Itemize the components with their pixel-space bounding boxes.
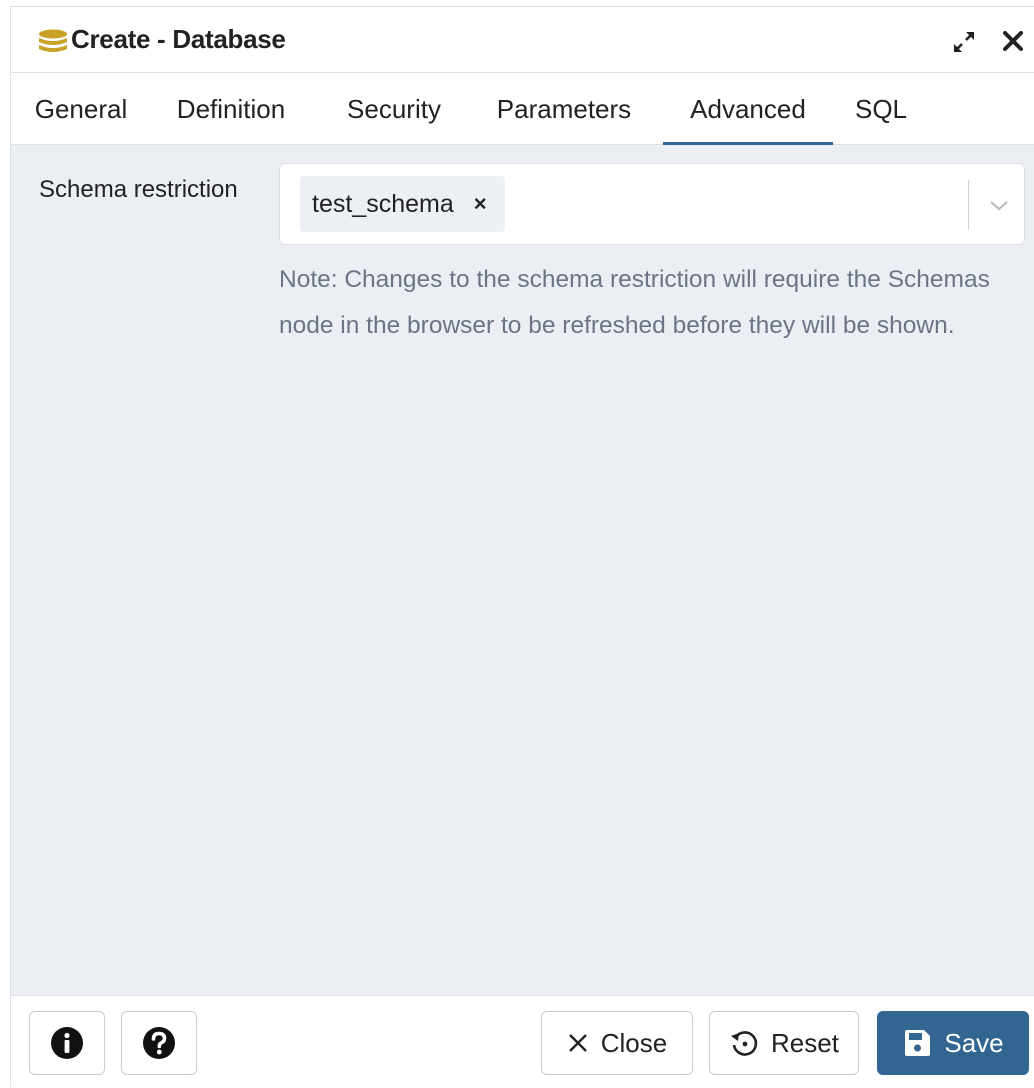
chevron-down-icon[interactable] [986, 192, 1012, 218]
tab-sql[interactable]: SQL [845, 73, 917, 145]
reset-icon [731, 1031, 758, 1056]
dialog-titlebar[interactable]: Create - Database [11, 7, 1034, 73]
dialog-footer: Close Reset Save [11, 995, 1034, 1088]
close-button[interactable]: Close [541, 1011, 693, 1075]
chip-remove-icon[interactable]: × [474, 191, 487, 217]
schema-restriction-note: Note: Changes to the schema restriction … [279, 266, 990, 339]
dialog-title: Create - Database [71, 24, 286, 54]
save-button-label: Save [944, 1027, 1004, 1058]
tab-parameters[interactable]: Parameters [479, 73, 649, 145]
close-icon[interactable] [1001, 29, 1025, 53]
close-x-icon [568, 1034, 587, 1052]
tab-general[interactable]: General [23, 73, 139, 145]
close-button-label: Close [600, 1027, 668, 1058]
reset-button-label: Reset [771, 1027, 839, 1058]
tab-security[interactable]: Security [331, 73, 457, 145]
tab-advanced[interactable]: Advanced [663, 73, 833, 146]
help-button[interactable] [121, 1011, 197, 1075]
database-icon [39, 29, 67, 52]
expand-icon[interactable] [951, 29, 977, 55]
info-button[interactable] [29, 1011, 105, 1075]
tab-bar: General Definition Security Parameters A… [11, 73, 1034, 146]
info-icon [51, 1027, 83, 1059]
tab-definition[interactable]: Definition [161, 73, 301, 145]
help-icon [143, 1027, 175, 1059]
select-divider [968, 180, 969, 230]
selected-schema-chip: test_schema × [300, 176, 505, 232]
tab-content-advanced: Schema restriction test_schema × Note: C… [11, 145, 1034, 995]
create-database-dialog: Create - Database General Definition Sec… [10, 6, 1034, 1088]
schema-restriction-select[interactable]: test_schema × [279, 163, 1025, 245]
save-icon [905, 1030, 931, 1056]
schema-restriction-label: Schema restriction [39, 176, 238, 203]
chip-label: test_schema [312, 189, 454, 218]
reset-button[interactable]: Reset [709, 1011, 859, 1075]
save-button[interactable]: Save [877, 1011, 1029, 1075]
